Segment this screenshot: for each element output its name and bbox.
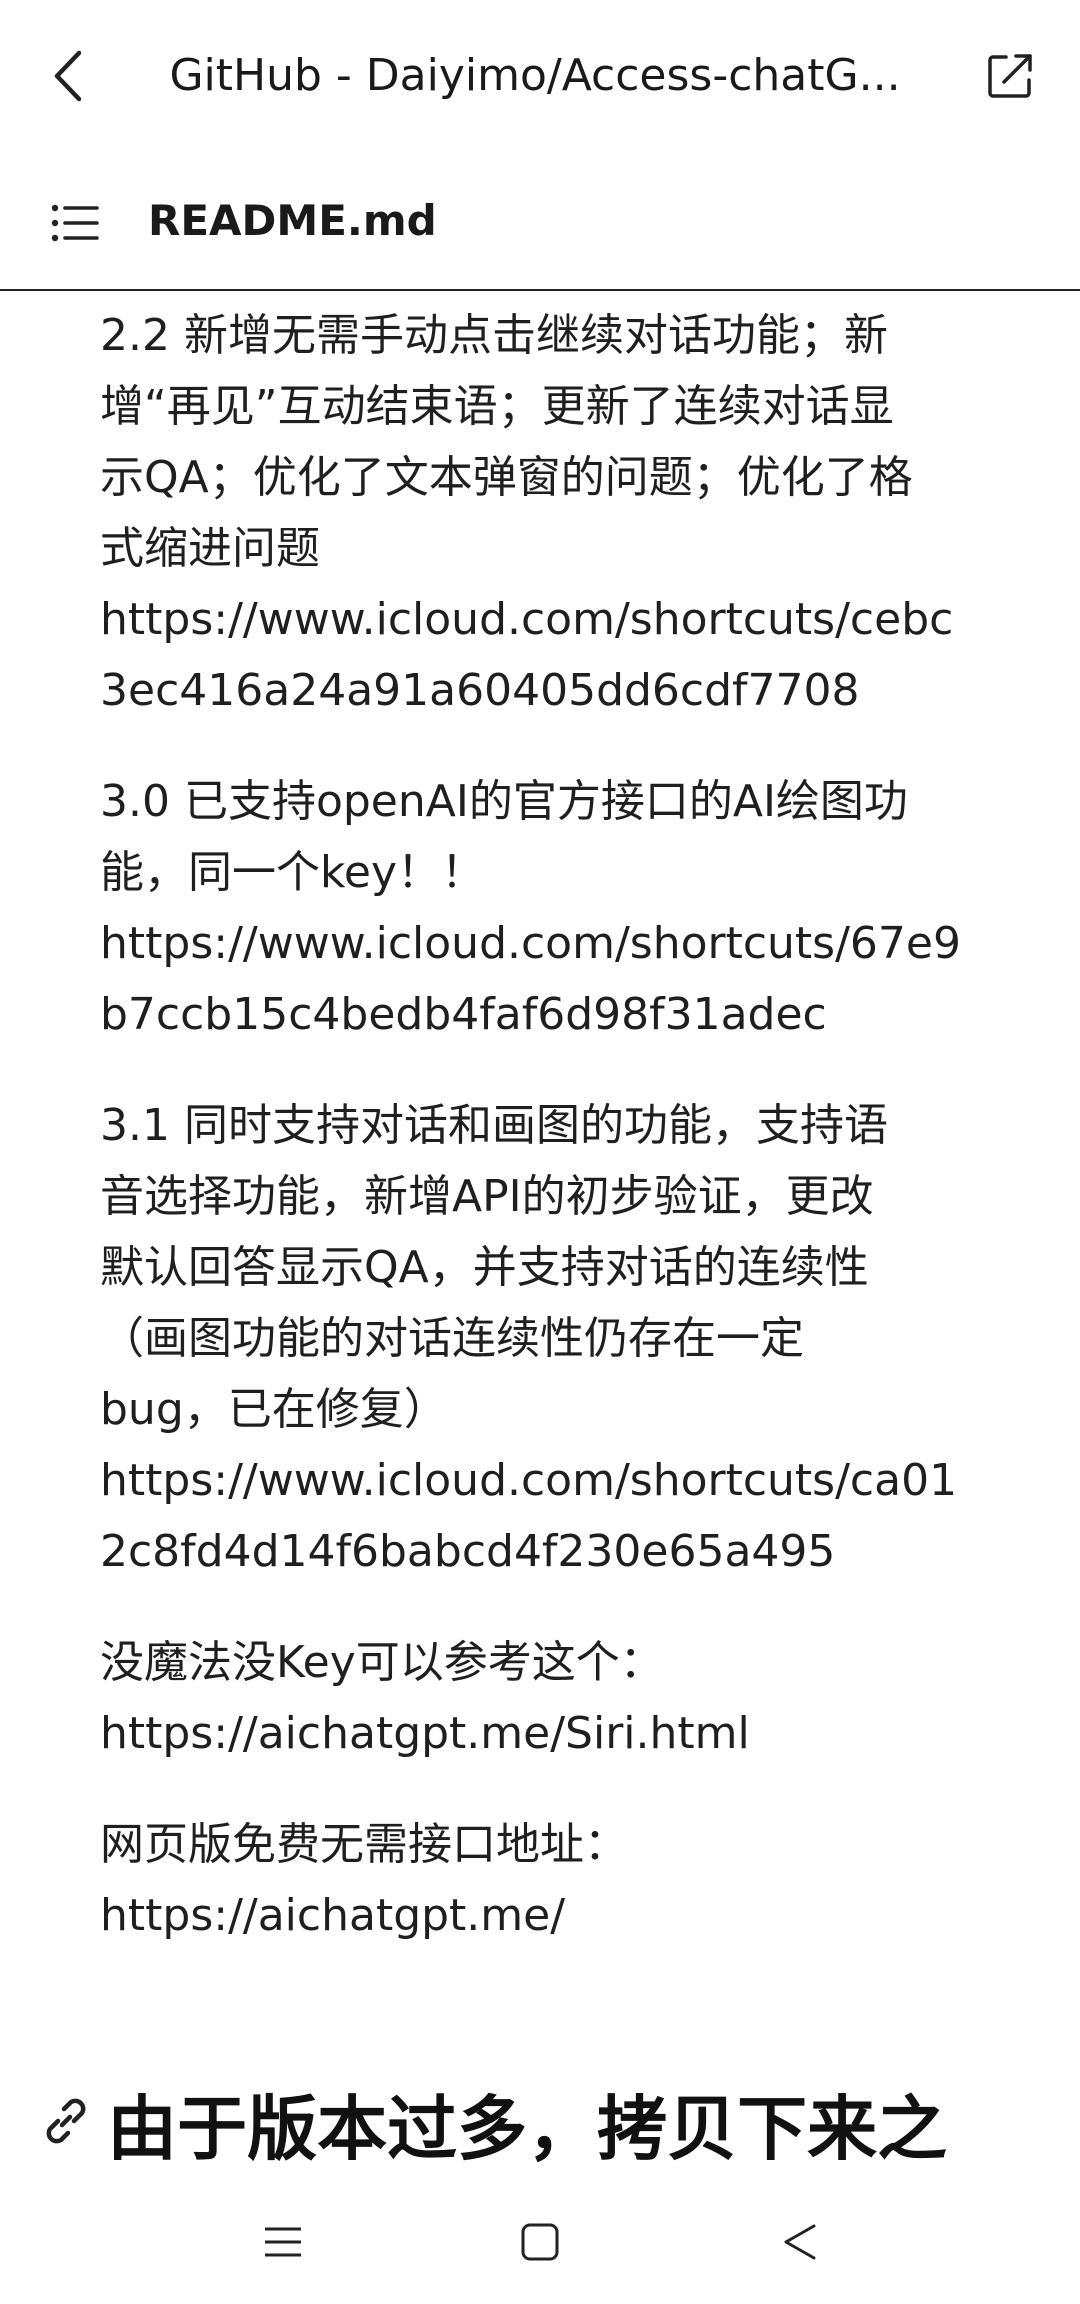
open-external-button[interactable] [980,44,1040,108]
system-navigation-bar [0,2180,1080,2304]
square-home-icon [521,2223,559,2261]
text-line: 2.2 新增无需手动点击继续对话功能；新 [100,310,888,361]
shortcut-link[interactable]: b7ccb15c4bedb4faf6d98f31adec [100,979,1000,1050]
file-header: README.md [0,155,1080,291]
text-line: 默认回答显示QA，并支持对话的连续性 [100,1242,869,1293]
nav-back-button[interactable] [765,2210,835,2274]
shortcut-link[interactable]: https://www.icloud.com/shortcuts/ca01 [100,1445,1000,1516]
title-bar: GitHub - Daiyimo/Access-chatG... [0,0,1080,155]
text-line: bug，已在修复） [100,1384,448,1435]
shortcut-link[interactable]: https://www.icloud.com/shortcuts/cebc [100,584,1000,655]
page-title: GitHub - Daiyimo/Access-chatG... [169,50,901,101]
paragraph-v3-0: 3.0 已支持openAI的官方接口的AI绘图功 能，同一个key！！ http… [100,766,1000,1050]
heading-anchor-link[interactable] [38,2093,94,2149]
paragraph-web-version: 网页版免费无需接口地址： https://aichatgpt.me/ [100,1809,1000,1951]
chevron-left-icon [54,50,82,102]
menu-icon [265,2227,301,2257]
link-icon [46,2098,86,2144]
back-button[interactable] [40,40,96,112]
heading-text: 由于版本过多，拷贝下来之 [107,2088,948,2170]
section-heading: 由于版本过多，拷贝下来之 [38,2085,1048,2175]
text-line: 式缩进问题 [100,523,320,574]
file-name: README.md [148,196,437,245]
shortcut-link[interactable]: 2c8fd4d14f6babcd4f230e65a495 [100,1516,1000,1587]
screen: GitHub - Daiyimo/Access-chatG... README.… [0,0,1080,2304]
nav-menu-button[interactable] [248,2210,318,2274]
nav-home-button[interactable] [505,2210,575,2274]
text-line: 3.0 已支持openAI的官方接口的AI绘图功 [100,776,908,827]
text-line: 能，同一个key！！ [100,847,486,898]
table-of-contents-button[interactable] [48,195,104,251]
open-external-icon [988,54,1032,98]
shortcut-link[interactable]: 3ec416a24a91a60405dd6cdf7708 [100,655,1000,726]
siri-link[interactable]: https://aichatgpt.me/Siri.html [100,1698,1000,1769]
paragraph-no-key: 没魔法没Key可以参考这个： https://aichatgpt.me/Siri… [100,1627,1000,1769]
web-version-link[interactable]: https://aichatgpt.me/ [100,1880,1000,1951]
text-line: 没魔法没Key可以参考这个： [100,1637,664,1688]
triangle-back-icon [784,2224,816,2260]
readme-content: 2.2 新增无需手动点击继续对话功能；新 增“再见”互动结束语；更新了连续对话显… [100,300,1000,1991]
text-line: 网页版免费无需接口地址： [100,1819,628,1870]
shortcut-link[interactable]: https://www.icloud.com/shortcuts/67e9 [100,908,1000,979]
text-line: 增“再见”互动结束语；更新了连续对话显 [100,381,894,432]
paragraph-v3-1: 3.1 同时支持对话和画图的功能，支持语 音选择功能，新增API的初步验证，更改… [100,1090,1000,1587]
text-line: 示QA；优化了文本弹窗的问题；优化了格 [100,452,913,503]
text-line: （画图功能的对话连续性仍存在一定 [100,1313,804,1364]
text-line: 音选择功能，新增API的初步验证，更改 [100,1171,874,1222]
text-line: 3.1 同时支持对话和画图的功能，支持语 [100,1100,888,1151]
list-icon [51,204,99,242]
paragraph-v2-2: 2.2 新增无需手动点击继续对话功能；新 增“再见”互动结束语；更新了连续对话显… [100,300,1000,726]
